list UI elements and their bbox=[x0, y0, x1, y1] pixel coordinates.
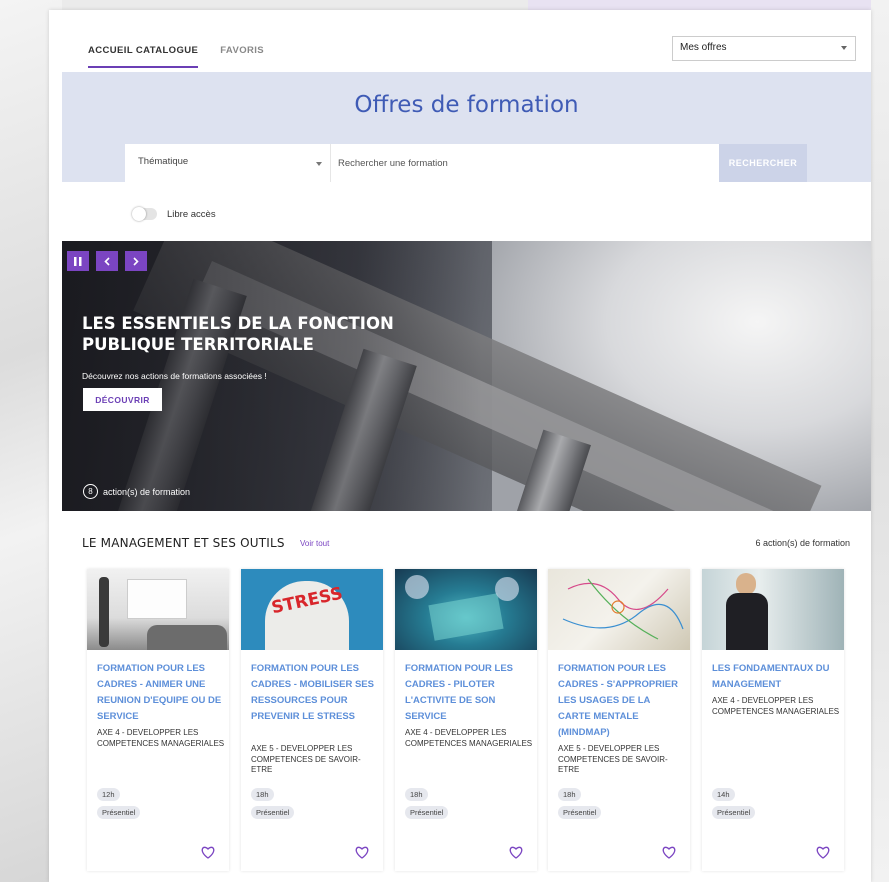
carousel-pause-button[interactable] bbox=[67, 251, 89, 271]
heart-icon[interactable] bbox=[355, 846, 369, 859]
carousel-prev-button[interactable] bbox=[96, 251, 118, 271]
chevron-down-icon bbox=[316, 162, 322, 166]
hero-subtitle: Découvrez nos actions de formations asso… bbox=[82, 371, 267, 381]
course-card-title: FORMATION POUR LES CADRES - ANIMER UNE R… bbox=[97, 663, 222, 722]
course-card[interactable]: STRESS FORMATION POUR LES CADRES - MOBIL… bbox=[241, 569, 383, 871]
catalogue-tabs: ACCUEIL CATALOGUE FAVORIS bbox=[88, 45, 264, 68]
course-card[interactable]: FORMATION POUR LES CADRES - S'APPROPRIER… bbox=[548, 569, 690, 871]
search-band: Offres de formation Thématique RECHERCHE… bbox=[62, 72, 871, 182]
pause-icon bbox=[74, 256, 82, 266]
mode-badge: Présentiel bbox=[558, 806, 602, 819]
hero-title: LES ESSENTIELS DE LA FONCTION PUBLIQUE T… bbox=[82, 314, 394, 354]
mode-badge: Présentiel bbox=[712, 806, 756, 819]
course-card[interactable]: FORMATION POUR LES CADRES - ANIMER UNE R… bbox=[87, 569, 229, 871]
background-decoration-right bbox=[871, 0, 889, 882]
chevron-right-icon bbox=[133, 256, 139, 266]
course-card-image bbox=[395, 569, 537, 650]
duration-badge: 18h bbox=[251, 788, 274, 801]
tab-favoris[interactable]: FAVORIS bbox=[220, 45, 264, 68]
search-input[interactable] bbox=[331, 144, 719, 182]
offers-select[interactable]: Mes offres bbox=[672, 36, 856, 61]
chevron-down-icon bbox=[841, 46, 847, 50]
hero-count-number: 8 bbox=[83, 484, 98, 499]
course-card-image bbox=[702, 569, 844, 650]
offers-select-value: Mes offres bbox=[680, 42, 727, 53]
course-card-title: FORMATION POUR LES CADRES - PILOTER L'AC… bbox=[405, 663, 514, 722]
heart-icon[interactable] bbox=[201, 846, 215, 859]
voir-tout-link[interactable]: Voir tout bbox=[300, 539, 329, 548]
carousel-next-button[interactable] bbox=[125, 251, 147, 271]
course-card-image bbox=[87, 569, 229, 650]
heart-icon[interactable] bbox=[816, 846, 830, 859]
libre-acces-filter: Libre accès bbox=[132, 207, 216, 221]
course-card-title: FORMATION POUR LES CADRES - MOBILISER SE… bbox=[251, 663, 374, 722]
toggle-knob bbox=[132, 207, 146, 221]
course-card-image: STRESS bbox=[241, 569, 383, 650]
background-decoration-top bbox=[528, 0, 889, 10]
mode-badge: Présentiel bbox=[251, 806, 295, 819]
duration-badge: 18h bbox=[558, 788, 581, 801]
decouvrir-button[interactable]: DÉCOUVRIR bbox=[83, 388, 162, 411]
mode-badge: Présentiel bbox=[405, 806, 449, 819]
libre-acces-toggle[interactable] bbox=[132, 207, 157, 221]
course-card-title: LES FONDAMENTAUX DU MANAGEMENT bbox=[712, 663, 830, 690]
course-card-image bbox=[548, 569, 690, 650]
duration-badge: 18h bbox=[405, 788, 428, 801]
course-card-axe: AXE 4 - DEVELOPPER LES COMPETENCES MANAG… bbox=[712, 696, 840, 716]
page-title: Offres de formation bbox=[354, 92, 579, 118]
chevron-left-icon bbox=[104, 256, 110, 266]
section-action-count: 6 action(s) de formation bbox=[755, 538, 850, 548]
thematique-select[interactable]: Thématique bbox=[125, 144, 331, 182]
course-card[interactable]: FORMATION POUR LES CADRES - PILOTER L'AC… bbox=[395, 569, 537, 871]
heart-icon[interactable] bbox=[662, 846, 676, 859]
heart-icon[interactable] bbox=[509, 846, 523, 859]
tab-accueil-catalogue[interactable]: ACCUEIL CATALOGUE bbox=[88, 45, 199, 68]
section-title: LE MANAGEMENT ET SES OUTILS bbox=[82, 536, 285, 550]
thematique-select-value: Thématique bbox=[138, 156, 189, 167]
course-card[interactable]: LES FONDAMENTAUX DU MANAGEMENT AXE 4 - D… bbox=[702, 569, 844, 871]
duration-badge: 14h bbox=[712, 788, 735, 801]
course-card-axe: AXE 4 - DEVELOPPER LES COMPETENCES MANAG… bbox=[97, 728, 225, 748]
hero-action-count: 8 action(s) de formation bbox=[83, 484, 190, 499]
duration-badge: 12h bbox=[97, 788, 120, 801]
course-card-axe: AXE 4 - DEVELOPPER LES COMPETENCES MANAG… bbox=[405, 728, 533, 748]
course-card-title: FORMATION POUR LES CADRES - S'APPROPRIER… bbox=[558, 663, 678, 738]
course-card-axe: AXE 5 - DEVELOPPER LES COMPETENCES DE SA… bbox=[251, 744, 361, 774]
course-card-axe: AXE 5 - DEVELOPPER LES COMPETENCES DE SA… bbox=[558, 744, 668, 774]
hero-banner: LES ESSENTIELS DE LA FONCTION PUBLIQUE T… bbox=[62, 241, 871, 511]
search-button[interactable]: RECHERCHER bbox=[719, 144, 807, 182]
libre-acces-label: Libre accès bbox=[167, 208, 216, 220]
hero-count-label: action(s) de formation bbox=[103, 486, 191, 497]
mode-badge: Présentiel bbox=[97, 806, 141, 819]
